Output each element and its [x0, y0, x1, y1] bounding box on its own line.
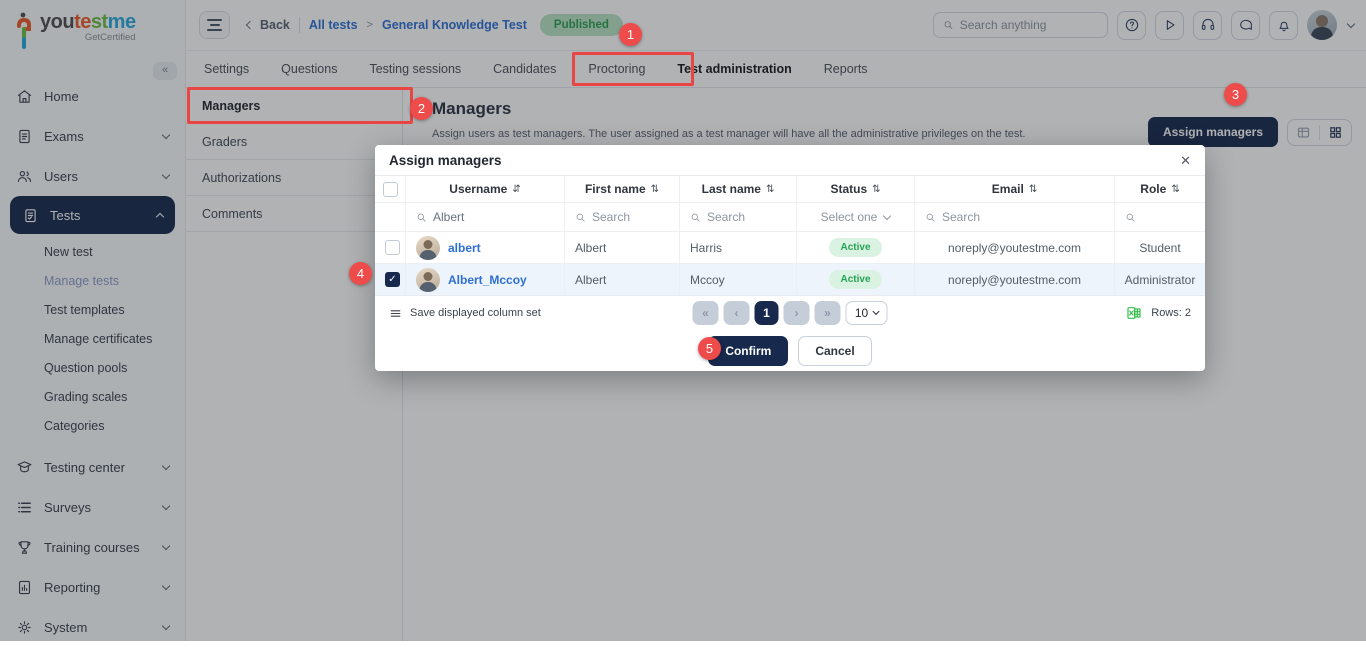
first-name-filter[interactable]	[564, 203, 679, 231]
cancel-button[interactable]: Cancel	[798, 336, 871, 366]
column-header-username[interactable]: Username⇵	[405, 176, 564, 202]
chevron-down-icon	[883, 211, 891, 219]
last-name-filter[interactable]	[679, 203, 796, 231]
user-avatar	[416, 236, 440, 260]
annotation-box-managers	[187, 87, 413, 124]
username-filter[interactable]	[405, 203, 564, 231]
chevron-down-icon	[872, 308, 879, 315]
annotation-badge-5: 5	[698, 337, 721, 360]
sort-icon[interactable]: ⇅	[651, 184, 659, 195]
annotation-badge-1: 1	[619, 23, 642, 46]
sort-icon[interactable]: ⇵	[512, 184, 520, 195]
pagination: « ‹ 1 › » 10	[693, 301, 888, 325]
first-page-button[interactable]: «	[693, 301, 719, 325]
search-icon	[416, 212, 427, 223]
page-size-select[interactable]: 10	[846, 301, 888, 325]
table-row: Albert_Mccoy Albert Mccoy Active noreply…	[375, 263, 1205, 295]
list-icon	[389, 307, 402, 320]
column-header-first-name[interactable]: First name⇅	[564, 176, 679, 202]
search-icon	[575, 212, 586, 223]
rows-count: Rows: 2	[1151, 307, 1191, 319]
column-header-last-name[interactable]: Last name⇅	[679, 176, 796, 202]
role-cell: Administrator	[1114, 264, 1205, 295]
email-filter[interactable]	[914, 203, 1114, 231]
last-name-filter-input[interactable]	[707, 210, 786, 224]
modal-actions: Confirm Cancel	[375, 330, 1205, 371]
prev-page-button[interactable]: ‹	[724, 301, 750, 325]
user-avatar	[416, 268, 440, 292]
status-filter-select[interactable]: Select one	[807, 210, 904, 224]
assign-managers-modal: Assign managers ✕ Username⇵ First name⇅ …	[375, 145, 1205, 371]
first-name-cell: Albert	[564, 264, 679, 295]
next-page-button[interactable]: ›	[784, 301, 810, 325]
sort-icon[interactable]: ⇅	[872, 184, 880, 195]
modal-title: Assign managers	[389, 153, 502, 168]
annotation-badge-3: 3	[1224, 83, 1247, 106]
table-row: albert Albert Harris Active noreply@yout…	[375, 231, 1205, 263]
annotation-badge-4: 4	[349, 262, 372, 285]
annotation-box-test-administration	[572, 52, 694, 86]
select-all-checkbox[interactable]	[383, 182, 398, 197]
table-filter-row: Select one	[375, 202, 1205, 231]
username-link[interactable]: albert	[448, 241, 481, 255]
row-checkbox[interactable]	[385, 272, 400, 287]
table-header-row: Username⇵ First name⇅ Last name⇅ Status⇅…	[375, 176, 1205, 202]
sort-icon[interactable]: ⇅	[1029, 184, 1037, 195]
app-root: youtestme GetCertified « Home Exams User…	[0, 0, 1366, 641]
table-footer: Save displayed column set « ‹ 1 › » 10 R…	[375, 295, 1205, 330]
column-header-status[interactable]: Status⇅	[796, 176, 914, 202]
last-page-button[interactable]: »	[815, 301, 841, 325]
username-filter-input[interactable]	[433, 210, 554, 224]
status-badge: Active	[829, 270, 881, 289]
search-icon	[1125, 212, 1136, 223]
export-excel-icon[interactable]	[1126, 305, 1142, 321]
last-name-cell: Harris	[679, 232, 796, 263]
sort-icon[interactable]: ⇅	[1171, 184, 1179, 195]
search-icon	[690, 212, 701, 223]
status-badge: Active	[829, 238, 881, 257]
save-column-set-button[interactable]: Save displayed column set	[389, 307, 541, 320]
close-icon[interactable]: ✕	[1180, 154, 1191, 167]
email-cell: noreply@youtestme.com	[914, 232, 1114, 263]
username-link[interactable]: Albert_Mccoy	[448, 273, 527, 287]
email-filter-input[interactable]	[942, 210, 1104, 224]
first-name-filter-input[interactable]	[592, 210, 669, 224]
sort-icon[interactable]: ⇅	[766, 184, 774, 195]
column-header-role[interactable]: Role⇅	[1114, 176, 1205, 202]
first-name-cell: Albert	[564, 232, 679, 263]
last-name-cell: Mccoy	[679, 264, 796, 295]
current-page-button[interactable]: 1	[755, 301, 779, 325]
search-icon	[925, 212, 936, 223]
row-checkbox[interactable]	[385, 240, 400, 255]
role-filter[interactable]	[1114, 203, 1205, 231]
annotation-badge-2: 2	[410, 97, 433, 120]
email-cell: noreply@youtestme.com	[914, 264, 1114, 295]
role-cell: Student	[1114, 232, 1205, 263]
column-header-email[interactable]: Email⇅	[914, 176, 1114, 202]
